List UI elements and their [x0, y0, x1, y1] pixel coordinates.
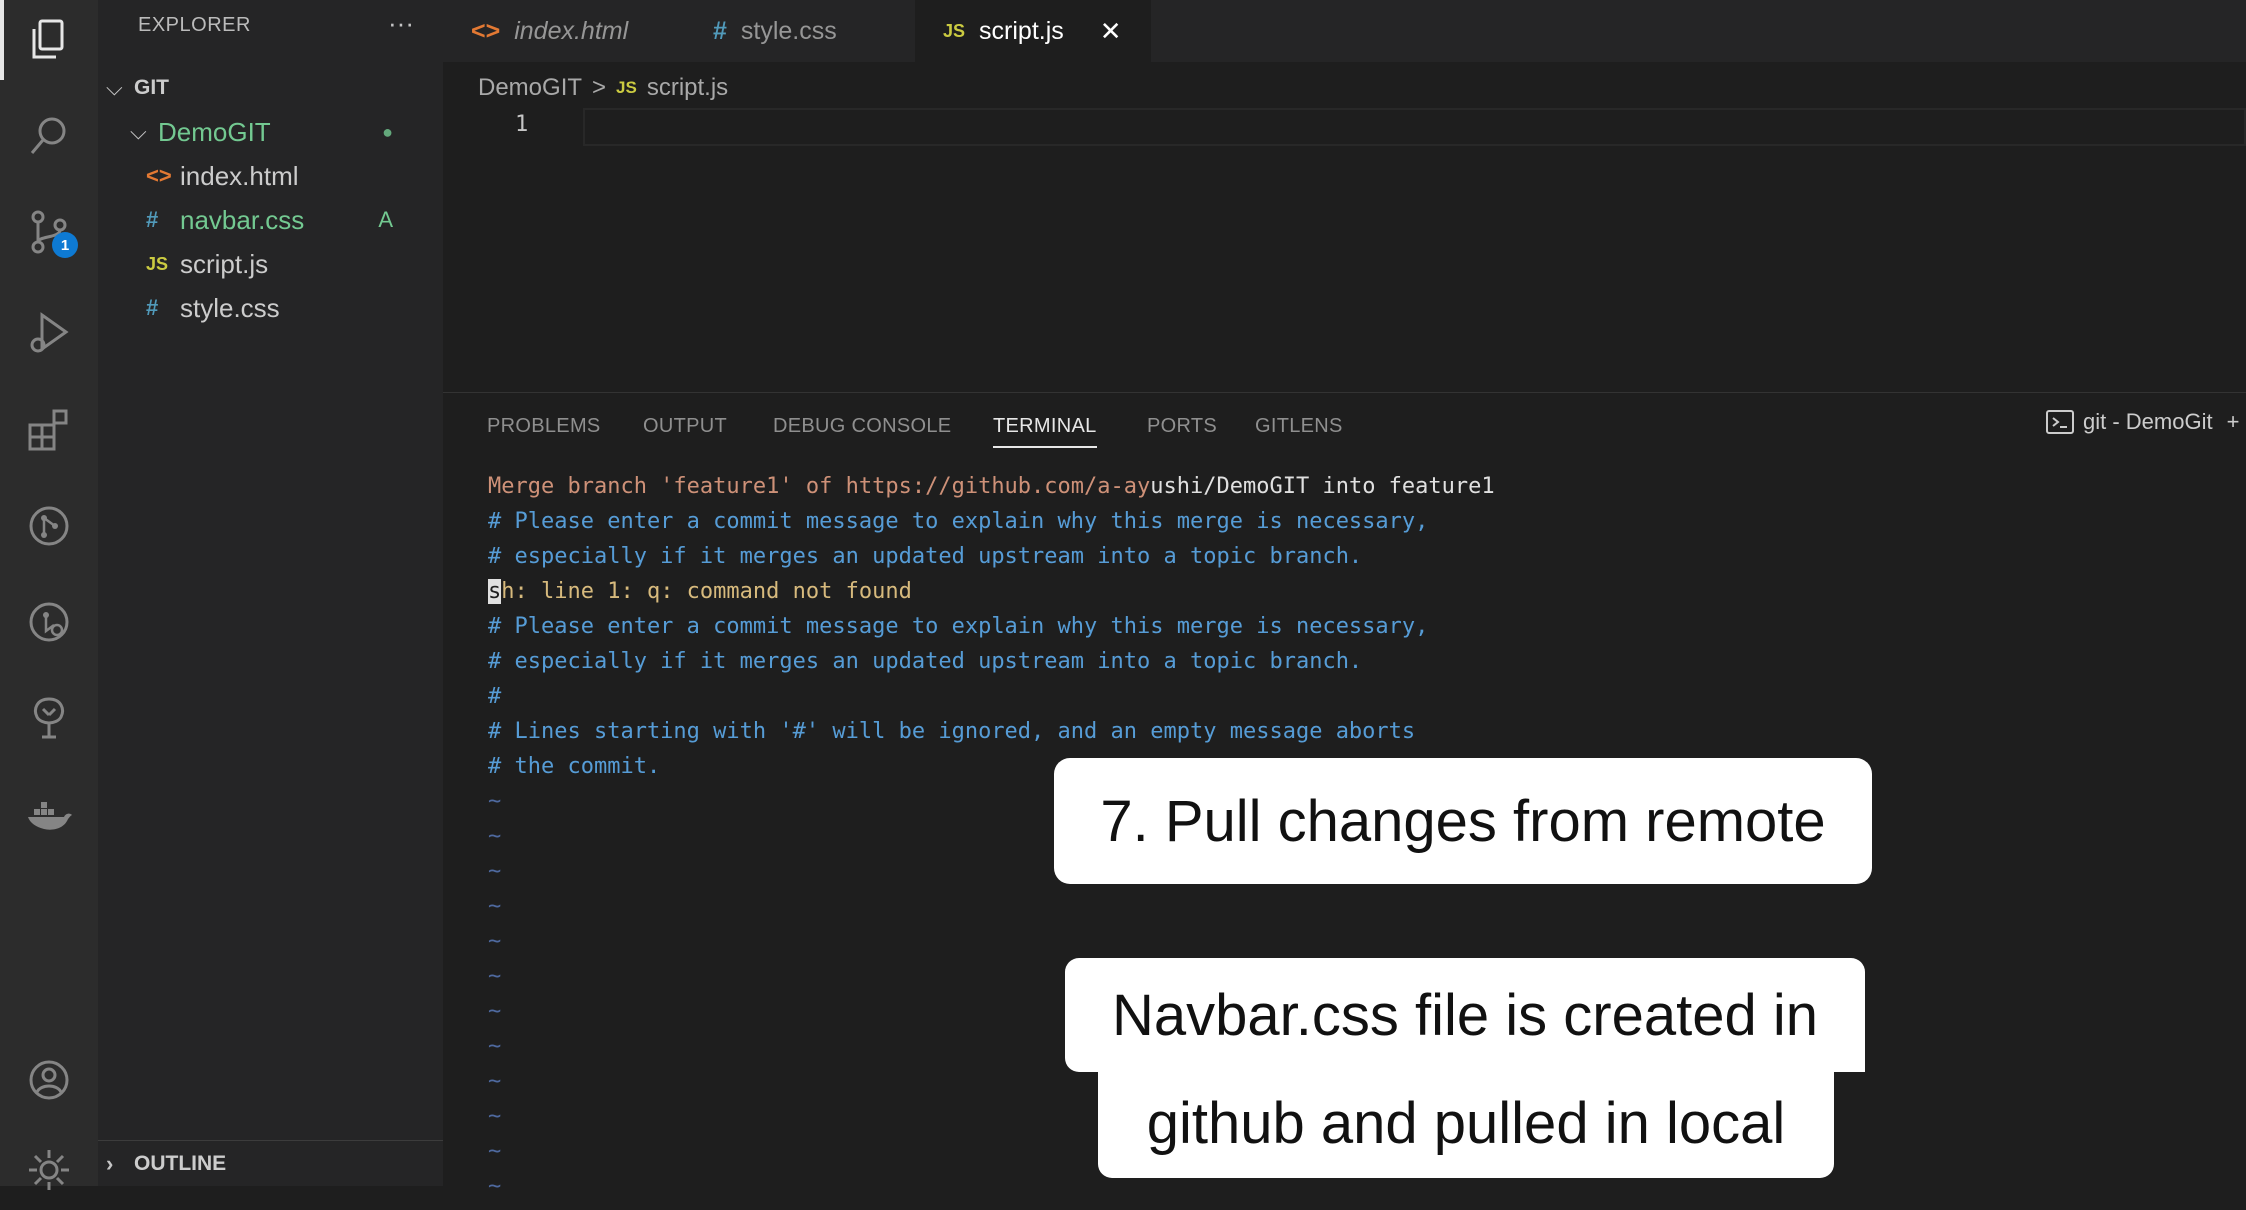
terminal-line: # especially if it merges an updated ups… — [488, 649, 1363, 674]
explorer-title: EXPLORER — [138, 14, 251, 36]
tab-ports[interactable]: PORTS — [1147, 415, 1217, 438]
file-label: script.js — [180, 248, 269, 279]
added-status-badge: A — [378, 207, 393, 232]
tab-terminal[interactable]: TERMINAL — [993, 415, 1097, 448]
file-script-js[interactable]: JS script.js — [98, 242, 443, 286]
file-label: navbar.css — [180, 204, 305, 235]
css-file-icon: # — [146, 207, 159, 232]
css-file-icon: # — [713, 16, 727, 45]
tab-debug-console[interactable]: DEBUG CONSOLE — [773, 415, 951, 438]
line-number: 1 — [515, 112, 529, 137]
breadcrumb-file[interactable]: script.js — [647, 74, 728, 102]
file-label: index.html — [180, 160, 299, 191]
html-file-icon: <> — [146, 163, 172, 188]
terminal-line: # especially if it merges an updated ups… — [488, 544, 1363, 569]
explorer-sidebar: EXPLORER ··· ⌵ GIT ⌵ DemoGIT ● <> index.… — [98, 0, 443, 1186]
modified-dot-icon: ● — [382, 121, 393, 142]
terminal-line: # — [488, 684, 502, 709]
folder-demogit[interactable]: ⌵ DemoGIT ● — [98, 110, 443, 154]
tab-problems[interactable]: PROBLEMS — [487, 415, 601, 438]
explorer-icon[interactable] — [0, 0, 98, 80]
note-caption-line2: github and pulled in local — [1098, 1068, 1834, 1178]
tab-index-html[interactable]: <> index.html — [443, 0, 683, 62]
chevron-right-icon: › — [106, 1151, 114, 1176]
js-file-icon: JS — [146, 253, 169, 274]
chevron-down-icon: ⌵ — [106, 75, 123, 100]
terminal-icon — [2046, 410, 2074, 434]
tab-label: script.js — [979, 16, 1064, 45]
tab-gitlens[interactable]: GITLENS — [1255, 415, 1343, 438]
note-caption-text: github and pulled in local — [1146, 1090, 1786, 1156]
file-style-css[interactable]: # style.css — [98, 286, 443, 330]
step-caption-text: 7. Pull changes from remote — [1100, 788, 1826, 854]
outline-section[interactable]: › OUTLINE — [98, 1140, 443, 1187]
settings-gear-icon[interactable] — [0, 1130, 98, 1210]
chevron-right-icon: > — [592, 74, 607, 101]
breadcrumb-folder[interactable]: DemoGIT — [478, 74, 582, 102]
accounts-icon[interactable] — [0, 1040, 98, 1120]
terminal-cursor: s — [488, 579, 502, 604]
terminal-name: git - DemoGit — [2083, 409, 2213, 434]
git-graph-icon[interactable] — [0, 486, 98, 566]
tab-label: style.css — [740, 16, 837, 45]
file-navbar-css[interactable]: # navbar.css A — [98, 198, 443, 242]
terminal-line: # Please enter a commit message to expla… — [488, 614, 1429, 639]
tab-script-js[interactable]: JS script.js ✕ — [915, 0, 1151, 62]
tab-label: index.html — [514, 16, 629, 45]
add-terminal-icon[interactable]: + — [2227, 409, 2240, 435]
tab-style-css[interactable]: # style.css — [683, 0, 915, 62]
terminal-line: Merge branch 'feature1' of https://githu… — [488, 474, 1495, 499]
outline-label: OUTLINE — [134, 1152, 227, 1175]
js-file-icon: JS — [616, 78, 637, 97]
more-actions-icon[interactable]: ··· — [388, 8, 414, 39]
note-caption-line1: Navbar.css file is created in — [1065, 958, 1865, 1072]
workspace-root-label: GIT — [134, 76, 169, 99]
activity-bar: 1 — [0, 0, 98, 1190]
workspace-root[interactable]: ⌵ GIT — [98, 66, 443, 110]
terminal-selector[interactable]: git - DemoGit + — [2045, 409, 2239, 435]
chevron-down-icon: ⌵ — [130, 119, 147, 144]
folder-label: DemoGIT — [158, 116, 271, 147]
gitlens-icon[interactable] — [0, 582, 98, 662]
current-line-highlight — [583, 108, 2246, 146]
remote-explorer-icon[interactable] — [0, 678, 98, 758]
source-control-badge: 1 — [52, 232, 78, 258]
terminal-tilde: ~ — [488, 894, 502, 919]
search-icon[interactable] — [0, 96, 98, 176]
css-file-icon: # — [146, 295, 159, 320]
extensions-icon[interactable] — [0, 390, 98, 470]
run-debug-icon[interactable] — [0, 292, 98, 372]
html-file-icon: <> — [471, 16, 501, 45]
note-caption-text: Navbar.css file is created in — [1112, 982, 1818, 1048]
terminal-line: sh: line 1: q: command not found — [488, 579, 912, 604]
close-icon[interactable]: ✕ — [1100, 16, 1122, 47]
editor-tabs: <> index.html # style.css JS script.js ✕ — [443, 0, 2246, 62]
terminal-tilde: ~ — [488, 929, 502, 954]
step-caption: 7. Pull changes from remote — [1054, 758, 1872, 884]
tab-output[interactable]: OUTPUT — [643, 415, 727, 438]
breadcrumb: DemoGIT > JS script.js — [478, 68, 728, 108]
file-index-html[interactable]: <> index.html — [98, 154, 443, 198]
file-label: style.css — [180, 292, 280, 323]
terminal-line: # Lines starting with '#' will be ignore… — [488, 719, 1416, 744]
docker-icon[interactable] — [0, 774, 98, 854]
code-editor[interactable]: 1 — [443, 108, 2246, 388]
js-file-icon: JS — [943, 20, 966, 41]
source-control-icon[interactable]: 1 — [0, 192, 98, 272]
terminal-line: # Please enter a commit message to expla… — [488, 509, 1429, 534]
